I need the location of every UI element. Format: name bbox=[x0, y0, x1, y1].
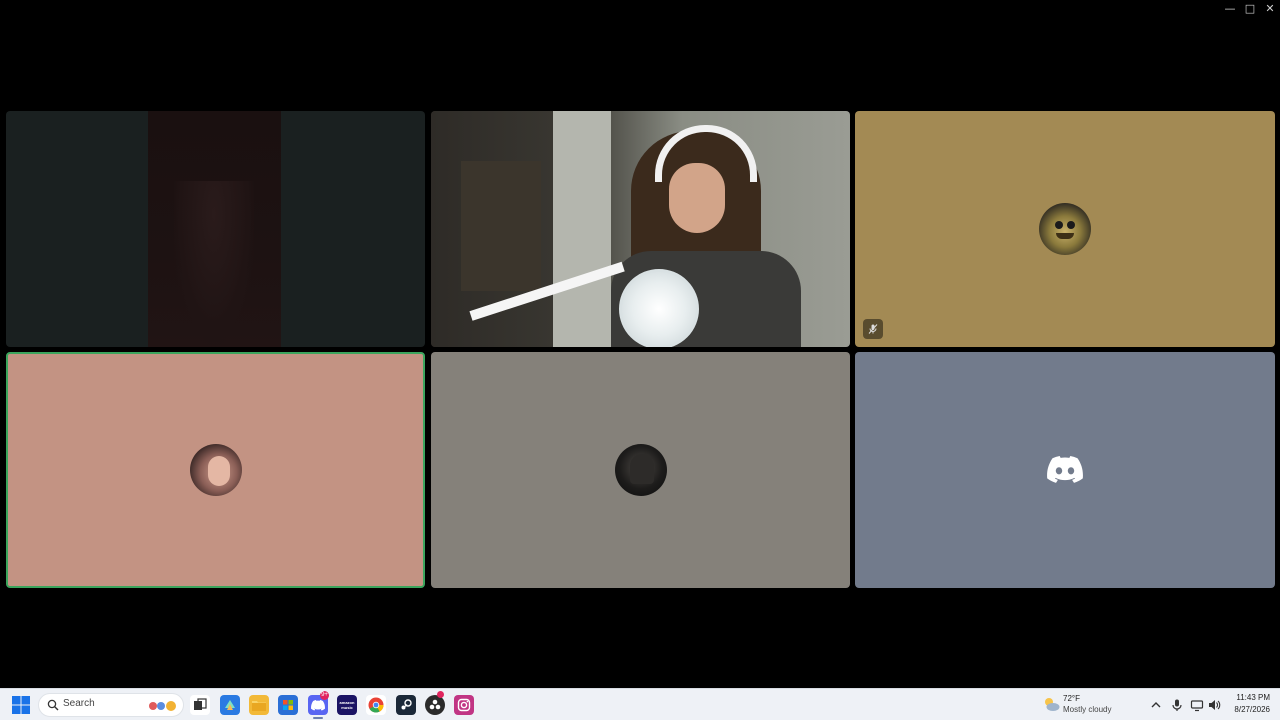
camera-door bbox=[553, 111, 611, 347]
amazon-music-icon[interactable]: amazon music bbox=[337, 695, 357, 715]
maximize-button[interactable]: □ bbox=[1240, 0, 1260, 16]
frog-avatar bbox=[1039, 203, 1091, 255]
weather-temperature: 72°F bbox=[1063, 694, 1080, 703]
taskbar-search[interactable]: Search bbox=[38, 693, 184, 717]
search-icon bbox=[47, 699, 59, 711]
participant-silhouette bbox=[174, 181, 254, 347]
cloudy-weather-icon bbox=[1045, 698, 1060, 711]
user-avatar bbox=[614, 444, 667, 496]
search-label: Search bbox=[63, 698, 95, 709]
discord-logo-icon bbox=[1047, 456, 1083, 483]
weather-description: Mostly cloudy bbox=[1063, 705, 1112, 714]
clock-time: 11:43 PM bbox=[1236, 693, 1270, 702]
steam-icon[interactable] bbox=[396, 695, 416, 715]
file-explorer-icon[interactable] bbox=[249, 695, 269, 715]
microphone-icon[interactable] bbox=[1170, 698, 1184, 712]
network-icon[interactable] bbox=[1190, 698, 1204, 712]
discord-call-window: — □ ✕ bbox=[0, 0, 1280, 688]
participant-video-feed bbox=[148, 111, 281, 347]
microsoft-store-icon[interactable] bbox=[278, 695, 298, 715]
participant-tile-camera[interactable] bbox=[431, 111, 850, 347]
user-avatar bbox=[189, 444, 242, 496]
participant-tile-dark-avatar[interactable] bbox=[431, 352, 850, 588]
participant-tile-speaking[interactable] bbox=[6, 352, 425, 588]
instagram-icon[interactable] bbox=[454, 695, 474, 715]
participant-tile-video-dim[interactable] bbox=[6, 111, 425, 347]
recording-indicator bbox=[437, 691, 444, 698]
system-clock[interactable]: 11:43 PM 8/27/2026 bbox=[1234, 692, 1270, 716]
window-controls: — □ ✕ bbox=[1220, 0, 1280, 16]
volume-icon[interactable] bbox=[1207, 698, 1221, 712]
microphone bbox=[619, 269, 699, 347]
clock-date: 8/27/2026 bbox=[1234, 705, 1270, 714]
muted-mic-icon bbox=[863, 319, 883, 339]
windows-start-icon[interactable] bbox=[12, 696, 30, 714]
discord-notification-badge: 9+ bbox=[320, 691, 329, 700]
search-highlight-icon bbox=[149, 701, 176, 711]
participant-tile-default[interactable] bbox=[855, 352, 1275, 588]
amazon-music-label: amazon music bbox=[339, 700, 355, 710]
obs-icon[interactable] bbox=[425, 695, 445, 715]
copilot-icon[interactable] bbox=[220, 695, 240, 715]
camera-shelf bbox=[461, 161, 541, 291]
taskbar: Search 9+ amazon music 72°F Mostly cloud… bbox=[0, 688, 1280, 720]
minimize-button[interactable]: — bbox=[1220, 0, 1240, 16]
participant-tile-frog-avatar[interactable] bbox=[855, 111, 1275, 347]
task-view-icon[interactable] bbox=[190, 695, 210, 715]
chevron-up-icon[interactable] bbox=[1149, 698, 1163, 712]
chrome-icon[interactable] bbox=[366, 695, 386, 715]
close-button[interactable]: ✕ bbox=[1260, 0, 1280, 16]
weather-widget[interactable]: 72°F Mostly cloudy bbox=[1042, 693, 1142, 717]
active-app-indicator bbox=[313, 717, 323, 719]
